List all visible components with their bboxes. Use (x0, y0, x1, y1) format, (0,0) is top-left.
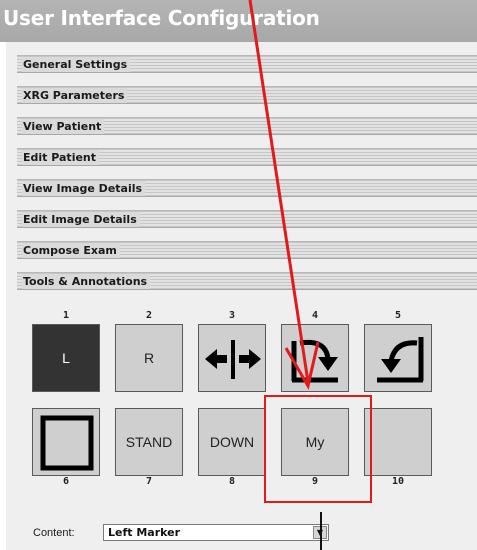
tool-number: 6 (62, 476, 70, 487)
section-view-image-details[interactable]: View Image Details (17, 179, 477, 197)
section-label: XRG Parameters (22, 88, 128, 103)
content-select[interactable]: Left Marker ▼ (103, 524, 329, 541)
tool-number: 3 (228, 310, 236, 321)
window-title: User Interface Configuration (3, 6, 320, 30)
tool-number: 1 (62, 310, 70, 321)
section-xrg-parameters[interactable]: XRG Parameters (17, 86, 477, 104)
rotate-clockwise-icon (291, 339, 338, 383)
tool-number: 8 (228, 476, 236, 487)
tool-number: 10 (391, 476, 405, 487)
tool-number: 2 (145, 310, 153, 321)
tool-slot-5-rotate-counterclockwise[interactable] (364, 324, 432, 392)
tool-slot-3-flip[interactable] (198, 324, 266, 392)
tool-number: 4 (311, 310, 319, 321)
chevron-down-icon[interactable]: ▼ (313, 526, 327, 539)
section-general-settings[interactable]: General Settings (17, 55, 477, 73)
section-label: Tools & Annotations (22, 274, 151, 289)
section-label: General Settings (22, 57, 131, 72)
section-compose-exam[interactable]: Compose Exam (17, 241, 477, 259)
tool-slot-7-stand[interactable]: STAND (115, 408, 183, 476)
section-label: Edit Image Details (22, 212, 140, 227)
content-select-value: Left Marker (108, 526, 181, 539)
section-label: Edit Patient (22, 150, 100, 165)
tool-slot-10-empty[interactable] (364, 408, 432, 476)
title-bar: User Interface Configuration (0, 0, 477, 42)
section-edit-patient[interactable]: Edit Patient (17, 148, 477, 166)
rotate-counterclockwise-icon (377, 337, 424, 383)
section-label: View Image Details (22, 181, 146, 196)
tool-number: 9 (311, 476, 319, 487)
tool-slot-8-down[interactable]: DOWN (198, 408, 266, 476)
tool-number: 7 (145, 476, 153, 487)
tool-label: R (143, 350, 155, 366)
tool-number: 5 (394, 310, 402, 321)
section-view-patient[interactable]: View Patient (17, 117, 477, 135)
tool-slot-1-left-marker[interactable]: L (32, 324, 100, 392)
tool-label: STAND (125, 434, 173, 450)
tool-label: DOWN (209, 434, 255, 450)
tool-slot-9-my[interactable]: My (281, 408, 349, 476)
content-label: Content: (33, 527, 75, 539)
tool-label: My (305, 434, 325, 450)
section-label: View Patient (22, 119, 105, 134)
rectangle-icon (40, 415, 94, 471)
tool-slot-4-rotate-clockwise[interactable] (281, 324, 349, 392)
section-edit-image-details[interactable]: Edit Image Details (17, 210, 477, 228)
section-tools-annotations[interactable]: Tools & Annotations (17, 272, 477, 290)
tool-label: L (62, 350, 70, 366)
tool-slot-2-right-marker[interactable]: R (115, 324, 183, 392)
tool-slot-6-rectangle[interactable] (32, 408, 100, 476)
flip-horizontal-icon (205, 340, 261, 379)
section-label: Compose Exam (22, 243, 120, 258)
